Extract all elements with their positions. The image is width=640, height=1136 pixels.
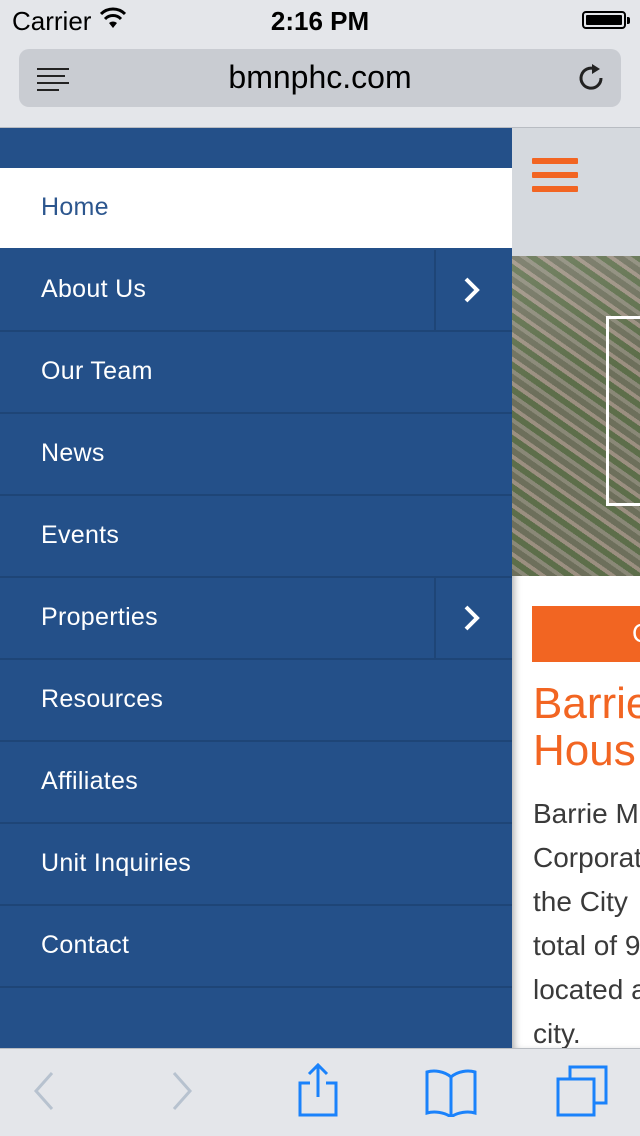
side-menu: Home About Us Our Team News Events Properties… <box>0 128 512 1048</box>
menu-item-about-us[interactable]: About Us <box>0 250 512 332</box>
address-bar[interactable]: bmnphc.com <box>19 49 621 107</box>
menu-item-label: About Us <box>41 275 147 303</box>
share-icon[interactable] <box>296 1063 340 1117</box>
reload-icon[interactable] <box>575 62 607 94</box>
menu-item-label: Resources <box>41 685 164 713</box>
intro-text-line: located a <box>533 974 640 1005</box>
aerial-city-photo <box>512 256 640 576</box>
menu-item-affiliates[interactable]: Affiliates <box>0 742 512 824</box>
menu-item-properties[interactable]: Properties <box>0 578 512 660</box>
submenu-toggle[interactable] <box>434 578 512 658</box>
url-text[interactable]: bmnphc.com <box>19 59 621 96</box>
menu-item-home[interactable]: Home <box>0 168 512 248</box>
menu-item-label: Affiliates <box>41 767 139 795</box>
browser-toolbar <box>0 1048 640 1136</box>
page-title: Barrie Hous <box>533 679 640 775</box>
clock: 2:16 PM <box>270 6 370 36</box>
back-icon[interactable] <box>30 1069 56 1113</box>
forward-icon[interactable] <box>170 1069 196 1113</box>
page-content: C Barrie Hous Barrie M Corporat the City to… <box>512 128 640 1048</box>
menu-item-label: Our Team <box>41 357 153 385</box>
tabs-icon[interactable] <box>556 1065 608 1117</box>
chevron-right-icon <box>464 277 480 303</box>
submenu-toggle[interactable] <box>434 250 512 330</box>
menu-item-label: Home <box>41 193 109 221</box>
menu-item-our-team[interactable]: Our Team <box>0 332 512 414</box>
chevron-right-icon <box>464 605 480 631</box>
menu-item-news[interactable]: News <box>0 414 512 496</box>
menu-item-contact[interactable]: Contact <box>0 906 512 988</box>
menu-item-unit-inquiries[interactable]: Unit Inquiries <box>0 824 512 906</box>
cta-button[interactable]: C <box>532 606 640 662</box>
intro-text-line: the City <box>533 886 628 917</box>
menu-item-resources[interactable]: Resources <box>0 660 512 742</box>
intro-text-line: Barrie M <box>533 798 639 829</box>
browser-chrome: bmnphc.com <box>0 40 640 128</box>
intro-text-line: total of 9 <box>533 930 640 961</box>
menu-item-events[interactable]: Events <box>0 496 512 578</box>
menu-item-label: Contact <box>41 931 130 959</box>
menu-item-label: Properties <box>41 603 158 631</box>
site-header <box>512 128 640 256</box>
bookmarks-icon[interactable] <box>424 1067 478 1117</box>
status-bar: Carrier 2:16 PM <box>0 0 640 40</box>
intro-text-line: Corporat <box>533 842 640 873</box>
intro-text: Barrie M Corporat the City total of 9 locate… <box>533 792 640 1048</box>
hamburger-menu-icon[interactable] <box>532 158 578 192</box>
menu-item-label: Events <box>41 521 120 549</box>
battery-icon <box>582 11 630 29</box>
menu-item-label: Unit Inquiries <box>41 849 192 877</box>
intro-text-line: city. <box>533 1018 581 1048</box>
menu-item-label: News <box>41 439 105 467</box>
